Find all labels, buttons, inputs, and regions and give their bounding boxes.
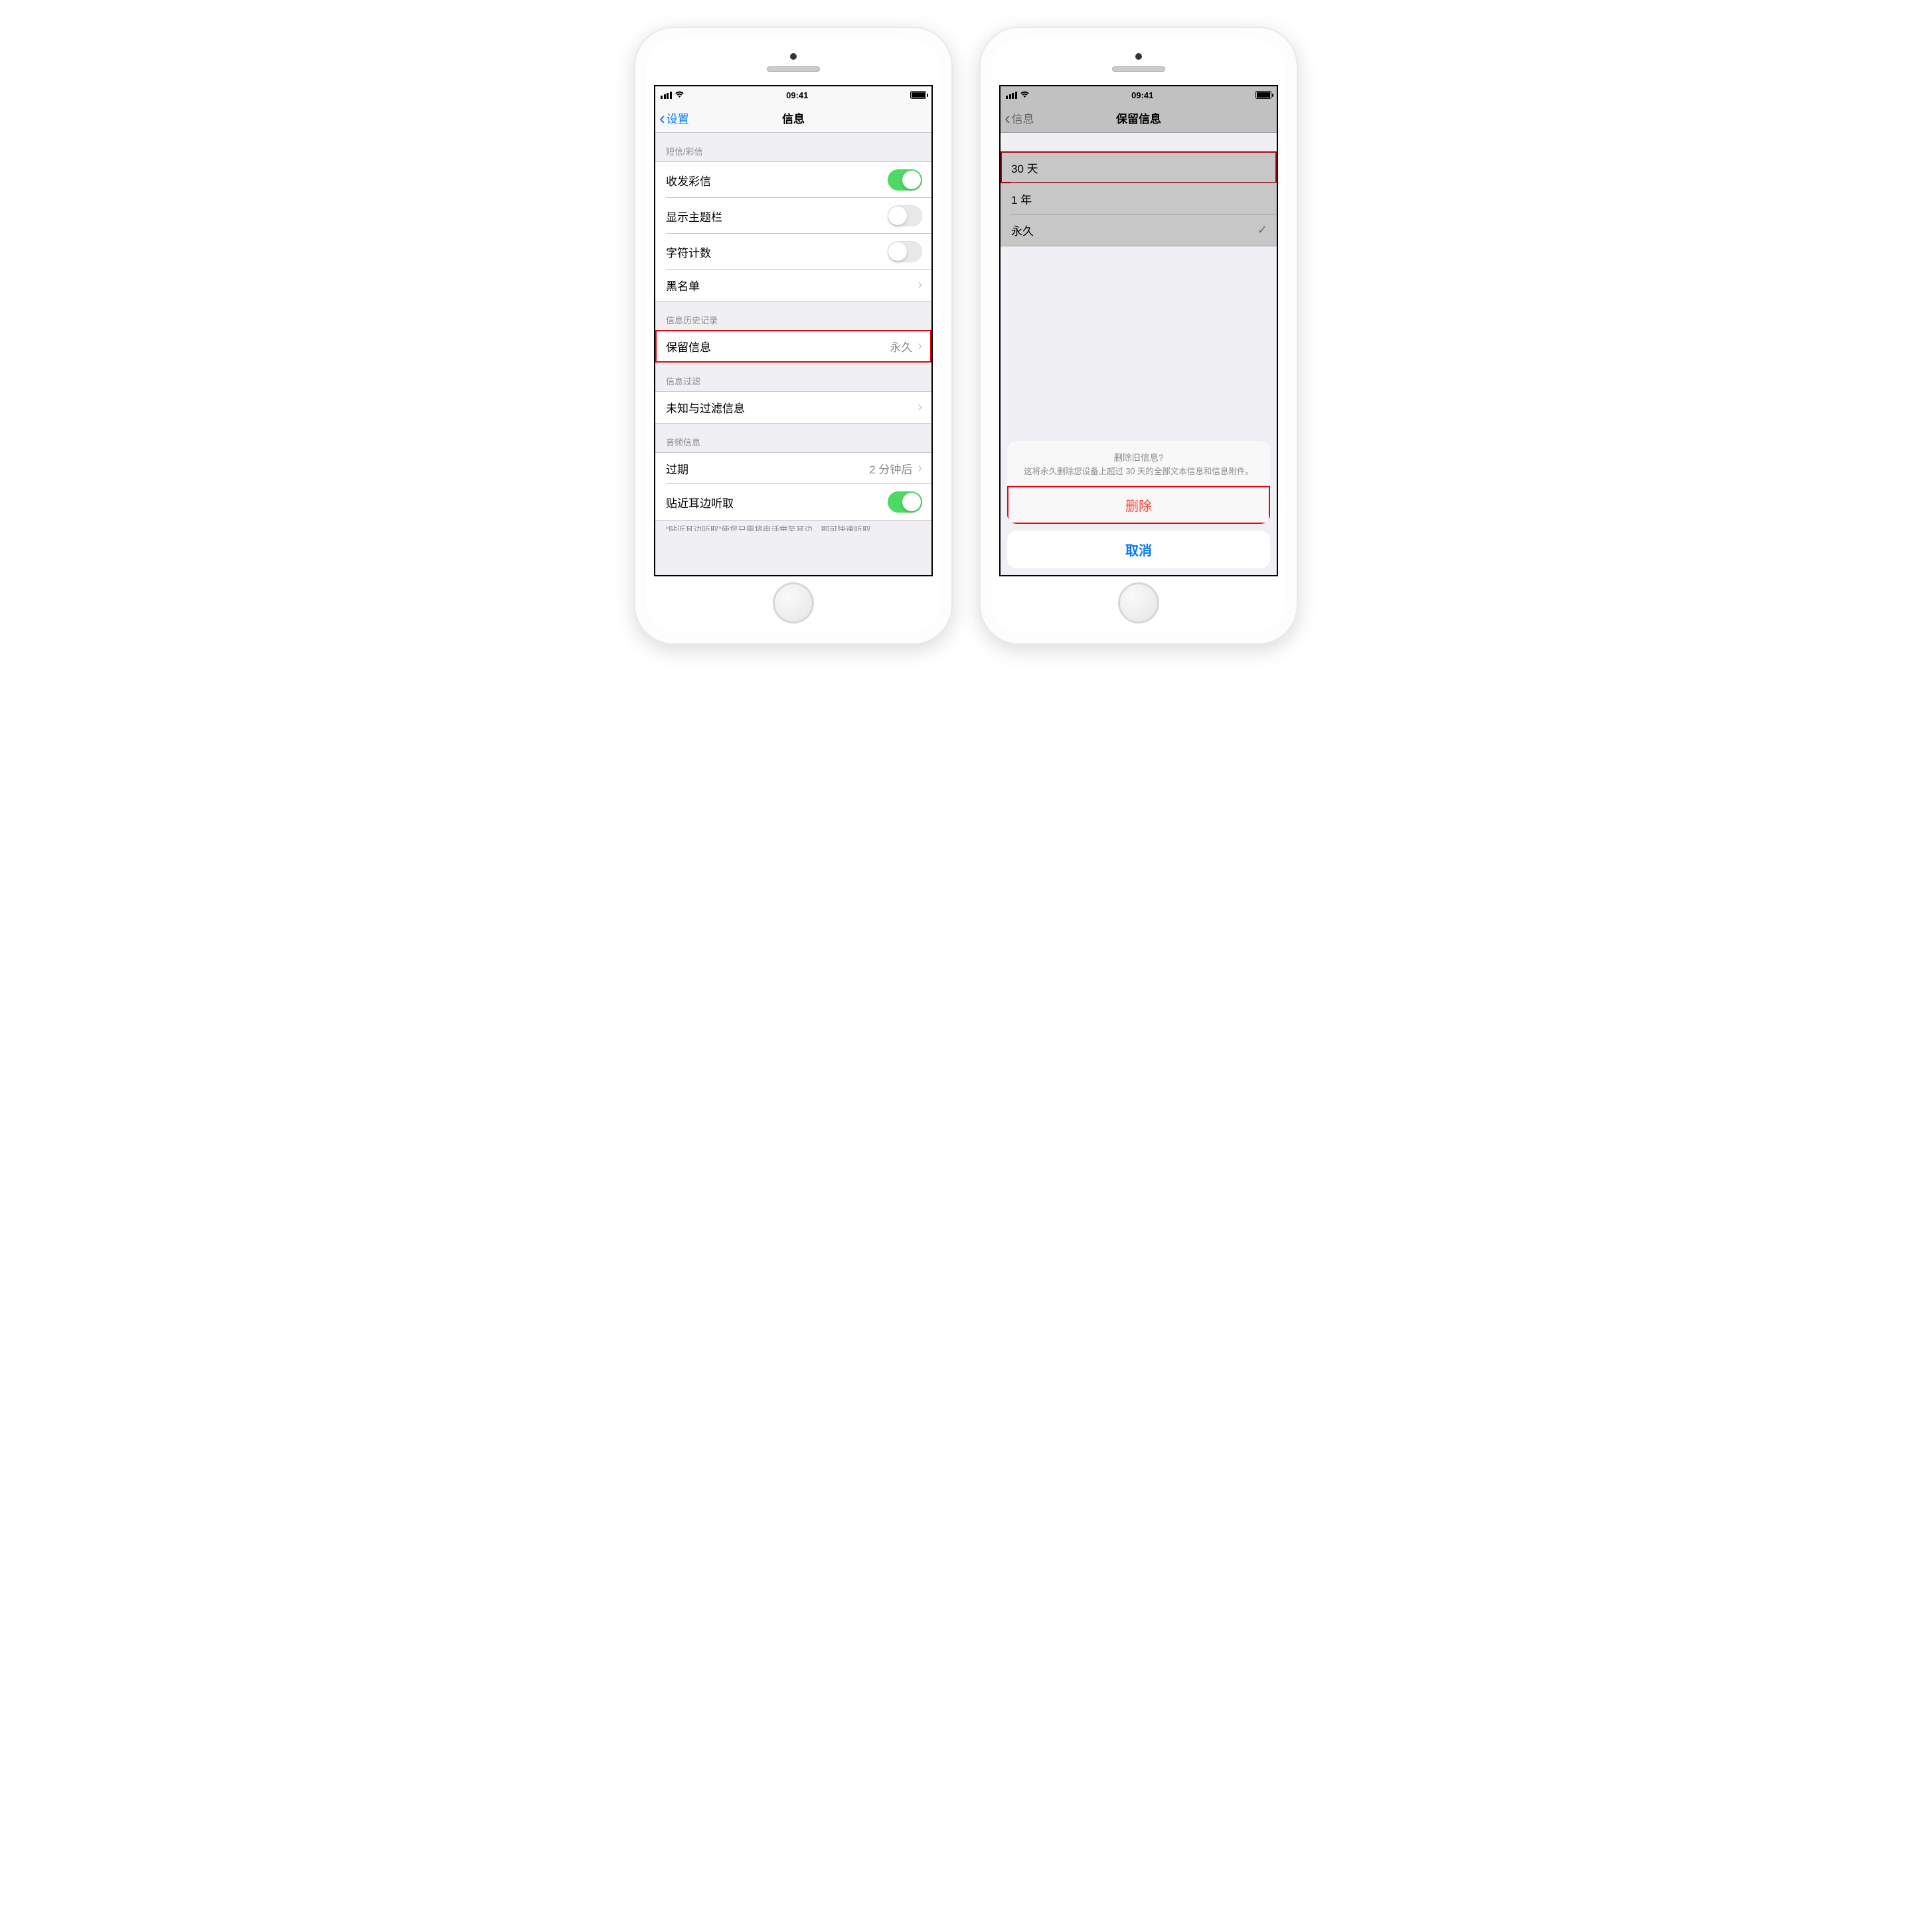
nav-title: 保留信息 xyxy=(1001,110,1277,126)
sheet-title: 删除旧信息? xyxy=(1020,450,1257,463)
switch-raise[interactable] xyxy=(888,491,922,513)
row-label: 字符计数 xyxy=(666,244,711,260)
home-button[interactable] xyxy=(773,582,814,624)
phone-frame-right: 09:41 ‹ 信息 保留信息 30 天 1 年 xyxy=(979,27,1298,645)
row-blacklist[interactable]: 黑名单 › xyxy=(655,270,931,301)
chevron-right-icon: › xyxy=(918,278,922,293)
settings-content[interactable]: 短信/彩信 收发彩信 显示主题栏 字符计数 黑名单 › 信息历史记录 xyxy=(655,133,931,575)
sheet-cancel-button[interactable]: 取消 xyxy=(1007,531,1270,568)
row-label: 过期 xyxy=(666,460,688,477)
cellular-signal-icon xyxy=(1006,92,1017,99)
phone-hardware-top xyxy=(646,53,941,72)
back-label: 设置 xyxy=(667,110,689,126)
row-label: 收发彩信 xyxy=(666,172,711,189)
option-forever[interactable]: 永久 ✓ xyxy=(1001,214,1277,246)
row-subject[interactable]: 显示主题栏 xyxy=(655,198,931,234)
chevron-right-icon: › xyxy=(918,400,922,415)
phone-frame-left: 09:41 ‹ 设置 信息 短信/彩信 收发彩信 显示主题栏 xyxy=(634,27,953,645)
row-label: 显示主题栏 xyxy=(666,208,722,224)
nav-title: 信息 xyxy=(655,110,931,126)
row-label: 未知与过滤信息 xyxy=(666,399,745,416)
sheet-message: 这将永久删除您设备上超过 30 天的全部文本信息和信息附件。 xyxy=(1024,467,1253,476)
row-label: 贴近耳边听取 xyxy=(666,494,734,511)
status-bar: 09:41 xyxy=(655,86,931,104)
row-label: 黑名单 xyxy=(666,277,700,293)
nav-bar: ‹ 设置 信息 xyxy=(655,104,931,133)
phone-hardware-top xyxy=(991,53,1286,72)
chevron-left-icon: ‹ xyxy=(1005,110,1010,127)
group-header-history: 信息历史记录 xyxy=(655,301,931,330)
screen-keep-messages: 09:41 ‹ 信息 保留信息 30 天 1 年 xyxy=(999,85,1278,576)
option-30-days[interactable]: 30 天 xyxy=(1001,151,1277,183)
row-value: 2 分钟后 xyxy=(869,460,912,477)
chevron-right-icon: › xyxy=(918,339,922,354)
back-button[interactable]: ‹ 设置 xyxy=(655,110,689,127)
nav-bar: ‹ 信息 保留信息 xyxy=(1001,104,1277,133)
row-keep-messages[interactable]: 保留信息 永久 › xyxy=(655,330,931,363)
battery-icon xyxy=(910,91,926,99)
chevron-left-icon: ‹ xyxy=(659,110,665,127)
back-label: 信息 xyxy=(1012,110,1034,126)
option-label: 1 年 xyxy=(1011,191,1032,207)
group-header-sms: 短信/彩信 xyxy=(655,133,931,161)
back-button[interactable]: ‹ 信息 xyxy=(1001,110,1034,127)
group-header-audio: 音频信息 xyxy=(655,424,931,452)
row-expire[interactable]: 过期 2 分钟后 › xyxy=(655,452,931,484)
chevron-right-icon: › xyxy=(918,461,922,476)
row-label: 保留信息 xyxy=(666,338,711,355)
screen-messages-settings: 09:41 ‹ 设置 信息 短信/彩信 收发彩信 显示主题栏 xyxy=(654,85,933,576)
row-mms[interactable]: 收发彩信 xyxy=(655,161,931,198)
row-charcount[interactable]: 字符计数 xyxy=(655,234,931,270)
cellular-signal-icon xyxy=(661,92,672,99)
switch-mms[interactable] xyxy=(888,169,922,191)
status-time: 09:41 xyxy=(1131,90,1153,100)
switch-charcount[interactable] xyxy=(888,241,922,262)
sheet-delete-button[interactable]: 删除 xyxy=(1007,486,1270,524)
group-header-filter: 信息过滤 xyxy=(655,363,931,391)
option-label: 永久 xyxy=(1011,222,1034,238)
status-time: 09:41 xyxy=(786,90,808,100)
home-button[interactable] xyxy=(1118,582,1159,624)
footer-note: “贴近耳边听取”使您只需将电话举至耳边，即可快速听取 xyxy=(655,521,931,531)
sheet-header: 删除旧信息? 这将永久删除您设备上超过 30 天的全部文本信息和信息附件。 xyxy=(1007,441,1270,487)
wifi-icon xyxy=(675,90,684,100)
checkmark-icon: ✓ xyxy=(1257,223,1267,237)
wifi-icon xyxy=(1020,90,1030,100)
switch-subject[interactable] xyxy=(888,205,922,226)
action-sheet: 删除旧信息? 这将永久删除您设备上超过 30 天的全部文本信息和信息附件。 删除… xyxy=(1007,441,1270,569)
row-value: 永久 xyxy=(890,338,912,355)
option-1-year[interactable]: 1 年 xyxy=(1001,183,1277,214)
status-bar: 09:41 xyxy=(1001,86,1277,104)
row-unknown-filter[interactable]: 未知与过滤信息 › xyxy=(655,391,931,424)
option-label: 30 天 xyxy=(1011,159,1038,176)
row-raise-to-listen[interactable]: 贴近耳边听取 xyxy=(655,484,931,521)
battery-icon xyxy=(1255,91,1271,99)
